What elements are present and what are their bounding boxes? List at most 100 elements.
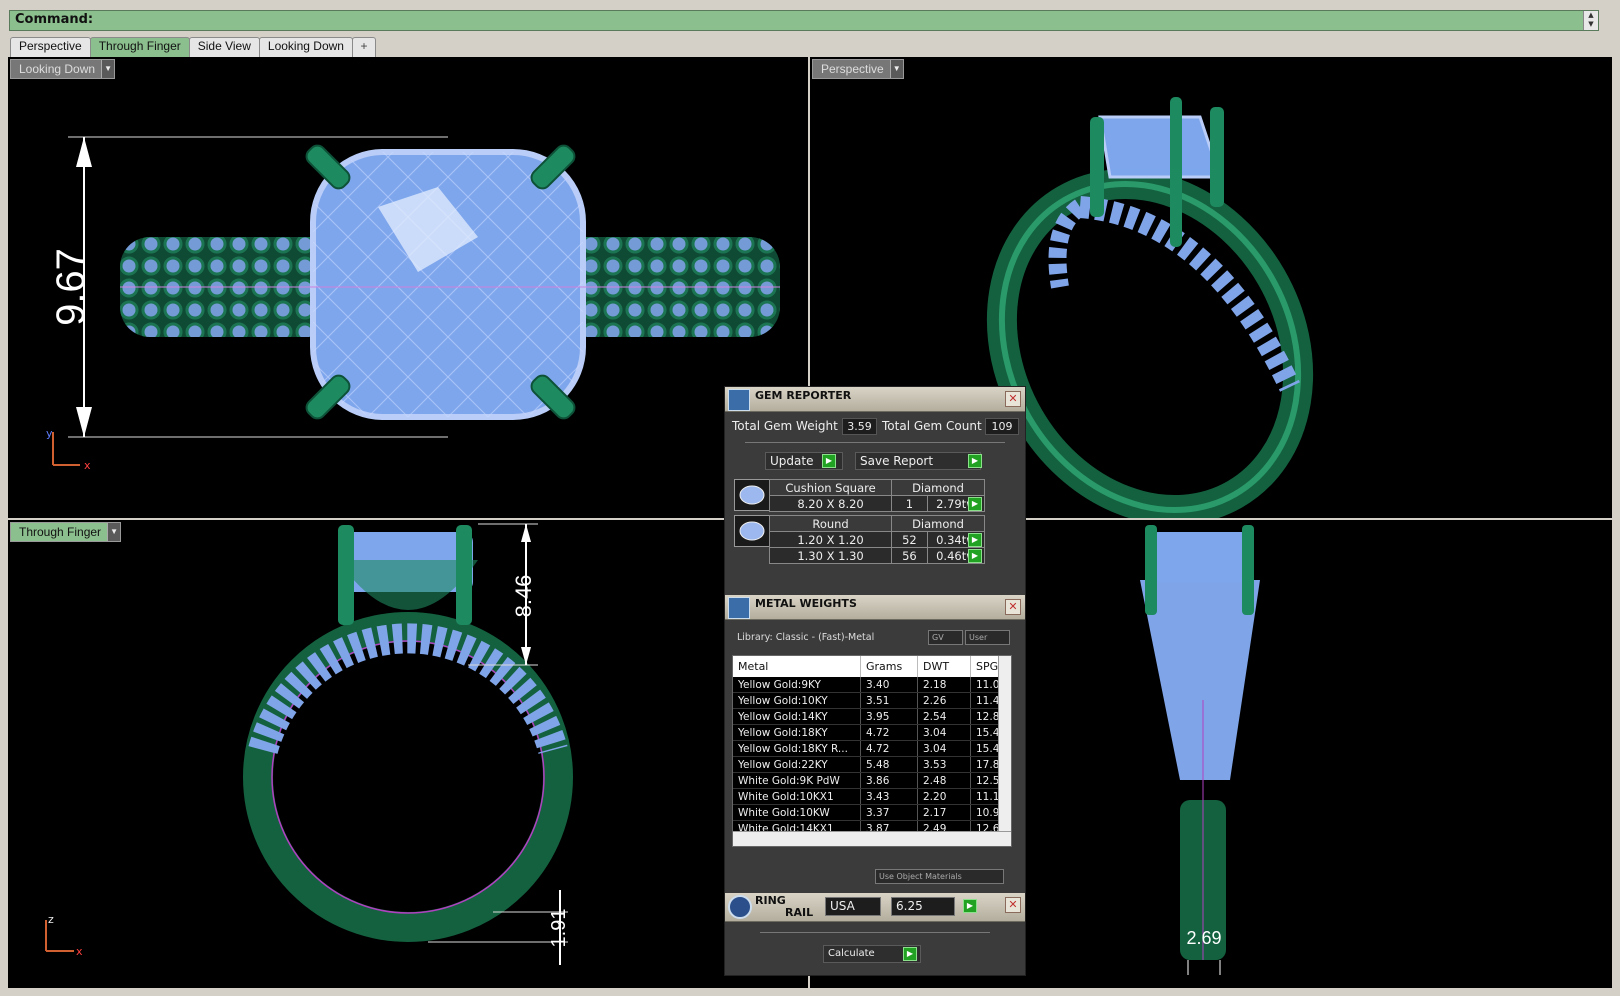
dwt-value: 2.54 bbox=[917, 708, 971, 725]
table-row[interactable]: Yellow Gold:14KY 3.95 2.54 12.88 bbox=[733, 708, 1011, 725]
dwt-value: 3.53 bbox=[917, 756, 971, 773]
dimension-label: 2.69 bbox=[1186, 928, 1221, 948]
gem-count: 56 bbox=[891, 547, 928, 564]
viewport-through-finger[interactable]: Through Finger ▼ 8.46 1.91 z x bbox=[8, 520, 808, 988]
use-object-materials-label: Use Object Materials bbox=[879, 872, 962, 881]
user-toggle[interactable]: User bbox=[965, 630, 1010, 645]
grams-value: 3.40 bbox=[860, 677, 918, 693]
tab-side-view[interactable]: Side View bbox=[188, 37, 260, 57]
horizontal-scrollbar[interactable] bbox=[733, 831, 1011, 846]
ring-front-view: 8.46 1.91 z x bbox=[45, 523, 573, 965]
ring-rail-slider[interactable] bbox=[760, 932, 990, 933]
tab-through-finger[interactable]: Through Finger bbox=[89, 37, 190, 57]
viewport-label-perspective[interactable]: Perspective ▼ bbox=[812, 59, 904, 79]
ring-rail-header[interactable]: RING RAIL USA 6.25 ▶ ✕ bbox=[725, 893, 1025, 922]
dwt-value: 2.48 bbox=[917, 772, 971, 789]
flask-icon bbox=[728, 597, 750, 619]
metal-name: Yellow Gold:9KY bbox=[733, 677, 861, 693]
axis-x-label: x bbox=[84, 459, 91, 472]
gv-label: GV bbox=[932, 633, 944, 642]
metal-name: White Gold:10KW bbox=[733, 804, 861, 821]
calculate-label: Calculate bbox=[828, 948, 875, 959]
gem-table-round: Round Diamond 1.20 X 1.20 52 0.34tw 1.30… bbox=[768, 515, 986, 564]
viewport-label-looking-down[interactable]: Looking Down ▼ bbox=[10, 59, 116, 79]
viewport-looking-down[interactable]: Looking Down ▼ 9.67 y x bbox=[8, 57, 808, 518]
chevron-down-icon[interactable]: ▼ bbox=[889, 60, 903, 78]
table-row[interactable]: Yellow Gold:18KY R... 4.72 3.04 15.41 bbox=[733, 740, 1011, 757]
play-icon[interactable]: ▶ bbox=[968, 454, 982, 468]
play-icon[interactable]: ▶ bbox=[968, 533, 982, 547]
ring-rail-title-line1: RING bbox=[755, 894, 786, 907]
use-object-materials-toggle[interactable]: Use Object Materials bbox=[875, 869, 1004, 884]
ring-icon bbox=[728, 895, 752, 919]
chevron-down-icon[interactable]: ▼ bbox=[107, 523, 121, 541]
grams-value: 4.72 bbox=[860, 724, 918, 741]
column-header-grams[interactable]: Grams bbox=[860, 656, 918, 677]
metal-weights-header[interactable]: METAL WEIGHTS ✕ bbox=[725, 595, 1025, 620]
table-row[interactable]: Yellow Gold:10KY 3.51 2.26 11.45 bbox=[733, 692, 1011, 709]
table-row[interactable]: Yellow Gold:22KY 5.48 3.53 17.89 bbox=[733, 756, 1011, 773]
axis-x-label: x bbox=[76, 945, 83, 958]
dwt-value: 2.18 bbox=[917, 677, 971, 693]
metal-name: White Gold:9K PdW bbox=[733, 772, 861, 789]
column-header-metal[interactable]: Metal bbox=[733, 656, 861, 677]
play-icon[interactable]: ▶ bbox=[822, 454, 836, 468]
table-row[interactable]: White Gold:10KW 3.37 2.17 10.99 bbox=[733, 804, 1011, 821]
ring-rail-title: RING RAIL bbox=[755, 895, 813, 919]
command-label: Command: bbox=[15, 12, 94, 27]
table-row[interactable]: Yellow Gold:9KY 3.40 2.18 11.08 bbox=[733, 677, 1011, 693]
grams-value: 3.51 bbox=[860, 692, 918, 709]
column-header-dwt[interactable]: DWT bbox=[917, 656, 971, 677]
close-icon[interactable]: ✕ bbox=[1005, 391, 1021, 407]
grams-value: 3.43 bbox=[860, 788, 918, 805]
tab-looking-down[interactable]: Looking Down bbox=[258, 37, 353, 57]
dimension-label-top: 8.46 bbox=[511, 575, 536, 618]
add-tab-button[interactable]: + bbox=[351, 37, 376, 57]
play-icon[interactable]: ▶ bbox=[968, 549, 982, 563]
gem-size: 1.20 X 1.20 bbox=[768, 531, 893, 548]
close-icon[interactable]: ✕ bbox=[1005, 599, 1021, 615]
viewport-title: Looking Down bbox=[19, 62, 96, 76]
grams-value: 4.72 bbox=[860, 740, 918, 757]
gem-count: 52 bbox=[891, 531, 928, 548]
gem-size: 8.20 X 8.20 bbox=[768, 495, 893, 512]
gem-size: 1.30 X 1.30 bbox=[768, 547, 893, 564]
gem-reporter-header[interactable]: GEM REPORTER ✕ bbox=[725, 387, 1025, 412]
table-row[interactable]: Yellow Gold:18KY 4.72 3.04 15.41 bbox=[733, 724, 1011, 741]
round-gem-thumbnail[interactable] bbox=[734, 515, 770, 547]
grams-value: 3.37 bbox=[860, 804, 918, 821]
gem-tools-panel: GEM REPORTER ✕ Total Gem Weight 3.59 Tot… bbox=[724, 386, 1026, 976]
total-count-label: Total Gem Count bbox=[882, 419, 982, 433]
ring-rail-title-line2: RAIL bbox=[785, 906, 814, 919]
total-weight-value: 3.59 bbox=[842, 418, 877, 435]
save-report-button[interactable]: Save Report bbox=[855, 452, 981, 470]
grams-value: 5.48 bbox=[860, 756, 918, 773]
metal-name: Yellow Gold:10KY bbox=[733, 692, 861, 709]
cushion-gem-thumbnail[interactable] bbox=[734, 479, 770, 511]
panel-divider-slider[interactable] bbox=[745, 442, 1005, 443]
play-icon[interactable]: ▶ bbox=[903, 947, 917, 961]
dwt-value: 3.04 bbox=[917, 724, 971, 741]
chevron-down-icon[interactable]: ▼ bbox=[101, 60, 115, 78]
gem-reporter-title: GEM REPORTER bbox=[755, 389, 852, 402]
command-scroll-spinner[interactable]: ▲ ▼ bbox=[1583, 11, 1598, 30]
tab-perspective[interactable]: Perspective bbox=[10, 37, 91, 57]
table-row[interactable]: White Gold:9K PdW 3.86 2.48 12.59 bbox=[733, 772, 1011, 789]
play-icon[interactable]: ▶ bbox=[968, 497, 982, 511]
metal-name: Yellow Gold:18KY R... bbox=[733, 740, 861, 757]
gem-shape: Cushion Square bbox=[768, 479, 893, 496]
metal-weights-table[interactable]: Metal Grams DWT SPG Yellow Gold:9KY 3.40 2… bbox=[732, 655, 1012, 847]
gv-toggle[interactable]: GV bbox=[928, 630, 963, 645]
ring-size-select[interactable]: 6.25 bbox=[891, 897, 955, 916]
total-count-value: 109 bbox=[985, 418, 1019, 435]
command-bar[interactable]: Command: ▲ ▼ bbox=[9, 10, 1599, 31]
viewport-label-through-finger[interactable]: Through Finger ▼ bbox=[10, 522, 122, 542]
vertical-scrollbar[interactable] bbox=[998, 656, 1011, 832]
table-row[interactable]: White Gold:10KX1 3.43 2.20 11.18 bbox=[733, 788, 1011, 805]
viewport-tabs: Perspective Through Finger Side View Loo… bbox=[10, 37, 376, 57]
close-icon[interactable]: ✕ bbox=[1005, 897, 1021, 913]
viewport-title: Through Finger bbox=[19, 525, 102, 539]
play-icon[interactable]: ▶ bbox=[963, 899, 977, 913]
gem-count: 1 bbox=[891, 495, 928, 512]
ring-standard-select[interactable]: USA bbox=[825, 897, 881, 916]
